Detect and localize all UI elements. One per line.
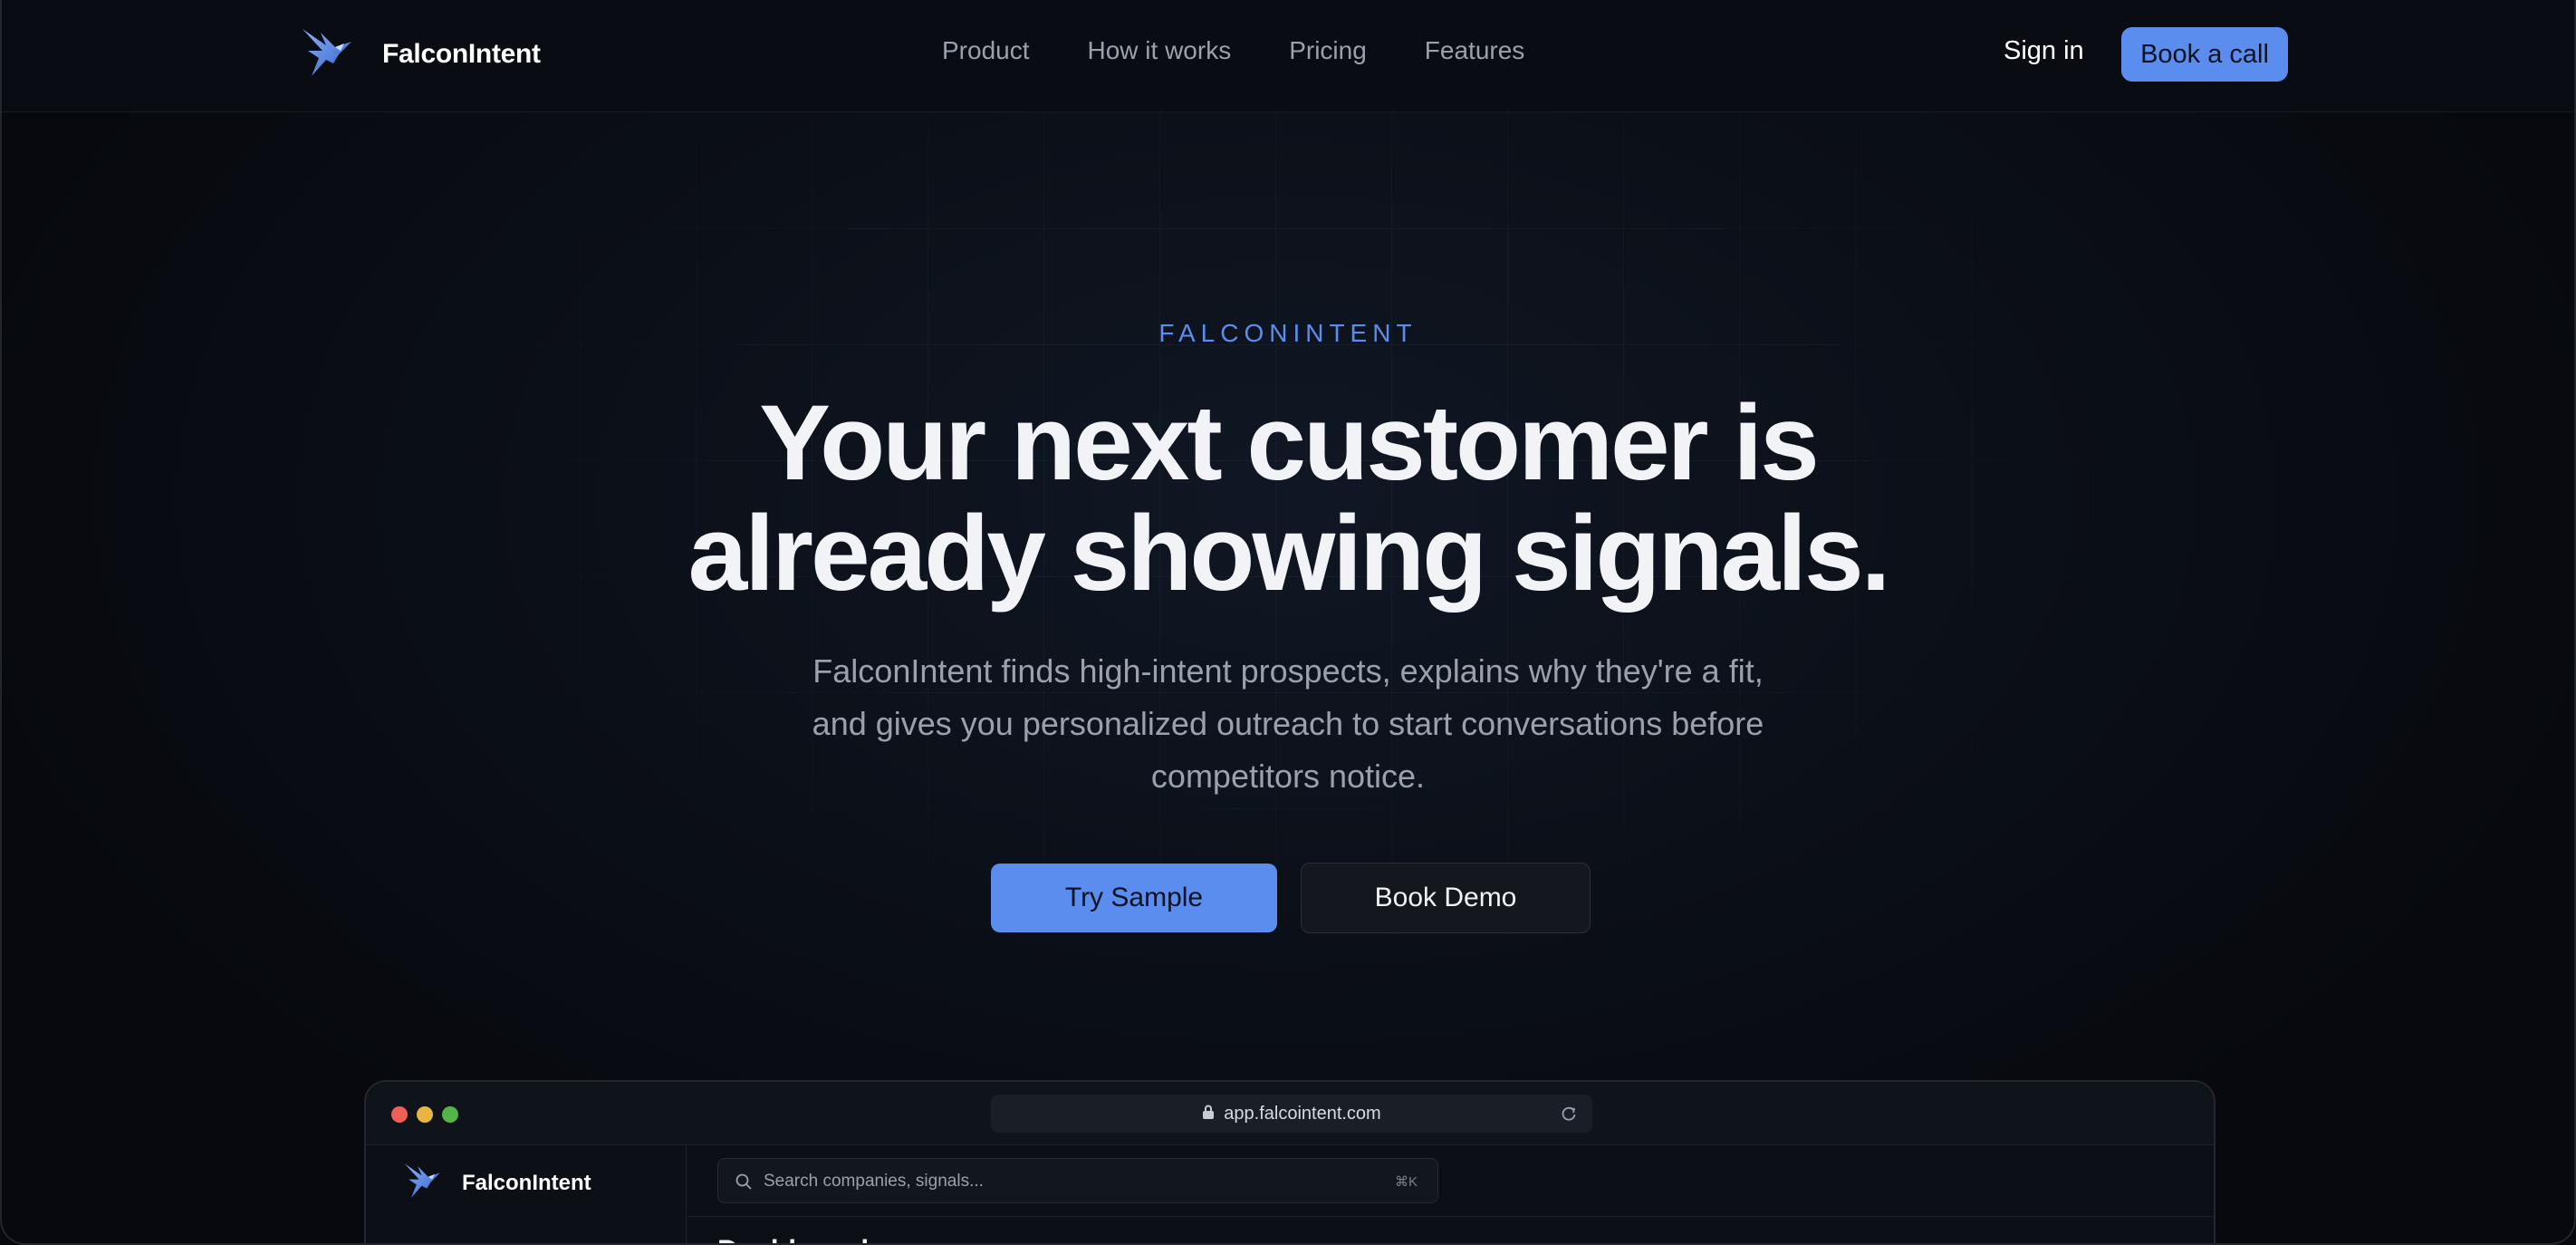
app-brand[interactable]: FalconIntent (402, 1160, 591, 1206)
app-header-divider (687, 1216, 2214, 1217)
app-brand-name: FalconIntent (462, 1170, 591, 1195)
app-preview-window: app.falcointent.com FalconIntent Search … (364, 1080, 2216, 1245)
try-sample-button[interactable]: Try Sample (991, 864, 1277, 932)
falcon-logo-icon (402, 1160, 444, 1206)
window-maximize-dot (442, 1106, 458, 1123)
search-placeholder: Search companies, signals... (764, 1172, 984, 1191)
nav-link-product[interactable]: Product (942, 36, 1030, 65)
top-nav: FalconIntent Product How it works Pricin… (0, 0, 2576, 112)
hero-headline: Your next customer is already showing si… (0, 388, 2576, 609)
address-url: app.falcointent.com (1224, 1103, 1381, 1124)
book-demo-button[interactable]: Book Demo (1301, 863, 1591, 933)
window-minimize-dot (417, 1106, 433, 1123)
headline-line-2: already showing signals. (687, 494, 1891, 613)
nav-link-pricing[interactable]: Pricing (1289, 36, 1367, 65)
reload-icon[interactable] (1560, 1105, 1578, 1123)
nav-links: Product How it works Pricing Features (942, 36, 1524, 65)
nav-link-features[interactable]: Features (1425, 36, 1525, 65)
window-close-dot (391, 1106, 408, 1123)
hero-subtext: FalconIntent finds high-intent prospects… (745, 645, 1831, 803)
sign-in-link[interactable]: Sign in (2004, 36, 2084, 66)
book-a-call-button[interactable]: Book a call (2121, 27, 2288, 82)
brand-name: FalconIntent (382, 39, 541, 69)
app-sidebar: FalconIntent (366, 1145, 687, 1245)
hero-eyebrow: FALCONINTENT (1158, 319, 1418, 347)
falcon-logo-icon (299, 24, 357, 86)
headline-line-1: Your next customer is (759, 383, 1820, 503)
browser-titlebar: app.falcointent.com (366, 1082, 2214, 1145)
brand[interactable]: FalconIntent (299, 22, 541, 87)
app-page-title: Dashboard (717, 1234, 869, 1245)
app-search-input[interactable]: Search companies, signals... ⌘K (717, 1158, 1438, 1203)
landing-page: FalconIntent Product How it works Pricin… (0, 0, 2576, 1245)
subtext-line-1: FalconIntent finds high-intent prospects… (812, 652, 1764, 690)
subtext-line-3: competitors notice. (1150, 758, 1426, 795)
search-shortcut-hint: ⌘K (1394, 1174, 1418, 1190)
subtext-line-2: and gives you personalized outreach to s… (812, 705, 1764, 742)
address-bar[interactable]: app.falcointent.com (991, 1095, 1592, 1133)
nav-link-how-it-works[interactable]: How it works (1088, 36, 1232, 65)
lock-icon (1202, 1104, 1215, 1124)
